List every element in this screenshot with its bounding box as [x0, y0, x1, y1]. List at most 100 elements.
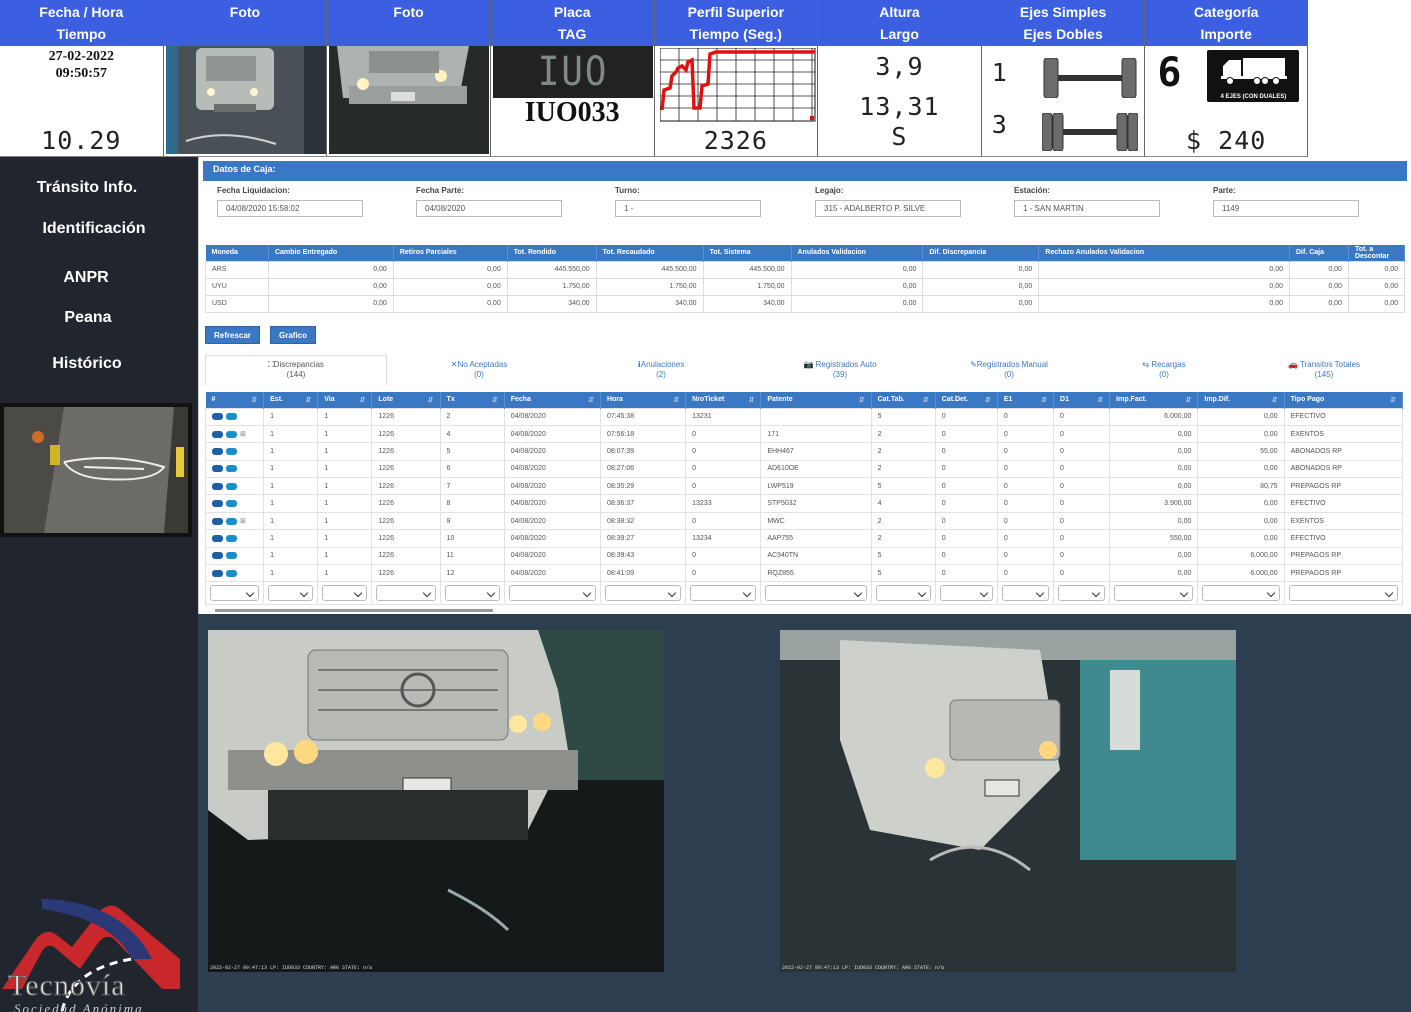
- view-icon[interactable]: [212, 517, 223, 525]
- sort-icon[interactable]: ⇵: [859, 396, 865, 404]
- field-input[interactable]: 315 - ADALBERTO P. SILVE: [815, 200, 961, 217]
- sort-icon[interactable]: ⇵: [923, 396, 929, 404]
- sort-icon[interactable]: ⇵: [1097, 396, 1103, 404]
- filter-dropdown[interactable]: [604, 585, 682, 602]
- column-header[interactable]: Tx ⇵: [440, 392, 505, 408]
- view-icon[interactable]: [212, 430, 223, 438]
- field-input[interactable]: 1149: [1213, 200, 1359, 217]
- image-icon[interactable]: [226, 552, 237, 560]
- sort-icon[interactable]: ⇵: [428, 396, 434, 404]
- field-input[interactable]: 04/08/2020: [416, 200, 562, 217]
- field-input[interactable]: 04/08/2020 15:58:02: [217, 200, 363, 217]
- table-row[interactable]: 1 1 1226 6 04/08/2020 08:27:06 0 AD610OE 2 0 0 0 0,0…: [204, 459, 1404, 479]
- table-row[interactable]: 1 1 1226 11 04/08/2020 08:39:43 0 AC940TN 5 0 0 0 0,…: [204, 546, 1404, 566]
- sort-icon[interactable]: ⇵: [305, 396, 311, 404]
- sort-icon[interactable]: ⇵: [1390, 396, 1396, 404]
- column-header[interactable]: Imp.Dif. ⇵: [1197, 392, 1285, 408]
- image-icon[interactable]: [226, 499, 237, 507]
- table-row[interactable]: 1 1 1226 10 04/08/2020 08:39:27 13234 AAP755 2 0 0…: [204, 529, 1404, 548]
- truck-photo-top[interactable]: [165, 46, 326, 154]
- table-row[interactable]: ⊠ 1 1 1226 9 04/08/2020 08:38:32 0 MWC 2 0 0 0 0,00 0,…: [204, 511, 1404, 531]
- filter-dropdown[interactable]: [765, 585, 867, 602]
- view-icon[interactable]: [212, 569, 223, 577]
- table-row[interactable]: 1 1 1226 7 04/08/2020 08:35:29 0 LWP519 5 0 0 0 0,00…: [204, 477, 1404, 496]
- column-header[interactable]: Hora ⇵: [600, 392, 687, 408]
- column-header[interactable]: Cat.Det. ⇵: [935, 392, 998, 408]
- column-header[interactable]: Imp.Fact. ⇵: [1109, 392, 1199, 408]
- filter-dropdown[interactable]: [1114, 585, 1194, 602]
- tab-4[interactable]: ✎Registrados Manual (0): [929, 355, 1089, 380]
- sort-icon[interactable]: ⇵: [985, 396, 991, 404]
- side-camera-image[interactable]: 2022-02-27 09:47:13 LP: IUO033 COUNTRY: …: [780, 630, 1236, 972]
- filter-dropdown[interactable]: [210, 585, 260, 602]
- table-row[interactable]: 1 1 1226 12 04/08/2020 08:41:09 0 RQZ855 5 0 0 0 0,0…: [204, 564, 1404, 583]
- view-icon[interactable]: [212, 482, 223, 490]
- overhead-camera-image[interactable]: [0, 403, 192, 537]
- front-camera-image[interactable]: 2022-02-27 09:47:13 LP: IUO033 COUNTRY: …: [208, 630, 664, 972]
- refresh-button[interactable]: Refrescar: [205, 326, 260, 344]
- sidebar-item-identificacion[interactable]: Identificación: [30, 220, 158, 238]
- sidebar-item-historico[interactable]: Histórico: [38, 355, 136, 373]
- column-header[interactable]: Tipo Pago ⇵: [1284, 392, 1404, 408]
- filter-dropdown[interactable]: [1058, 585, 1106, 602]
- filter-dropdown[interactable]: [1202, 585, 1280, 602]
- column-header[interactable]: Cat.Tab. ⇵: [871, 392, 936, 408]
- image-icon[interactable]: [226, 569, 237, 577]
- column-header[interactable]: D1 ⇵: [1053, 392, 1111, 408]
- tab-0[interactable]: ⛶Discrepancias (144): [205, 355, 387, 380]
- view-icon[interactable]: [212, 465, 223, 473]
- sort-icon[interactable]: ⇵: [360, 396, 366, 404]
- filter-dropdown[interactable]: [376, 585, 436, 602]
- truck-photo-front[interactable]: [329, 46, 490, 154]
- field-input[interactable]: 1 - SAN MARTIN: [1014, 200, 1160, 217]
- column-header[interactable]: # ⇵: [205, 392, 265, 408]
- image-icon[interactable]: [226, 482, 237, 490]
- sort-icon[interactable]: ⇵: [588, 396, 594, 404]
- sort-icon[interactable]: ⇵: [1186, 396, 1192, 404]
- horizontal-scrollbar[interactable]: [215, 609, 493, 612]
- filter-dropdown[interactable]: [690, 585, 757, 602]
- view-icon[interactable]: [212, 499, 223, 507]
- tab-2[interactable]: ℹAnulaciones (2): [571, 355, 751, 380]
- view-icon[interactable]: [212, 534, 223, 542]
- filter-dropdown[interactable]: [268, 585, 314, 602]
- column-header[interactable]: E1 ⇵: [997, 392, 1055, 408]
- image-icon[interactable]: [226, 430, 237, 438]
- field-input[interactable]: 1 -: [615, 200, 761, 217]
- sidebar-item-peana[interactable]: Peana: [48, 309, 128, 327]
- column-header[interactable]: Via ⇵: [317, 392, 373, 408]
- column-header[interactable]: Patente ⇵: [760, 392, 872, 408]
- table-row[interactable]: 1 1 1226 5 04/08/2020 08:07:39 0 EHH467 2 0 0 0 0,00…: [204, 442, 1404, 461]
- sort-icon[interactable]: ⇵: [1272, 396, 1278, 404]
- view-icon[interactable]: [212, 552, 223, 560]
- image-icon[interactable]: [226, 447, 237, 455]
- image-icon[interactable]: [226, 534, 237, 542]
- view-icon[interactable]: [212, 447, 223, 455]
- filter-dropdown[interactable]: [444, 585, 500, 602]
- filter-dropdown[interactable]: [1288, 585, 1398, 602]
- extra-icon[interactable]: ⊠: [240, 518, 246, 525]
- sort-icon[interactable]: ⇵: [1041, 396, 1047, 404]
- sort-icon[interactable]: ⇵: [492, 396, 498, 404]
- column-header[interactable]: Fecha ⇵: [504, 392, 601, 408]
- tab-5[interactable]: ⇆ Recargas (0): [1089, 355, 1239, 380]
- filter-dropdown[interactable]: [1001, 585, 1050, 602]
- filter-dropdown[interactable]: [875, 585, 931, 602]
- table-row[interactable]: 1 1 1226 8 04/08/2020 08:36:37 13233 STP5032 4 0 0…: [204, 494, 1404, 513]
- filter-dropdown[interactable]: [508, 585, 596, 602]
- column-header[interactable]: Lote ⇵: [371, 392, 441, 408]
- tab-6[interactable]: 🚗 Transitos Totales (145): [1239, 355, 1409, 380]
- sort-icon[interactable]: ⇵: [673, 396, 679, 404]
- column-header[interactable]: Est. ⇵: [263, 392, 319, 408]
- sort-icon[interactable]: ⇵: [748, 396, 754, 404]
- image-icon[interactable]: [226, 413, 237, 421]
- table-row[interactable]: ⊠ 1 1 1226 4 04/08/2020 07:56:18 0 171 2 0 0 0 0,00 0,…: [204, 424, 1404, 444]
- sort-icon[interactable]: ⇵: [251, 396, 257, 404]
- image-icon[interactable]: [226, 517, 237, 525]
- extra-icon[interactable]: ⊠: [240, 431, 246, 438]
- chart-button[interactable]: Grafico: [270, 326, 317, 344]
- image-icon[interactable]: [226, 465, 237, 473]
- tab-3[interactable]: 📷 Registrados Auto (39): [751, 355, 929, 380]
- filter-dropdown[interactable]: [939, 585, 993, 602]
- column-header[interactable]: NroTicket ⇵: [685, 392, 762, 408]
